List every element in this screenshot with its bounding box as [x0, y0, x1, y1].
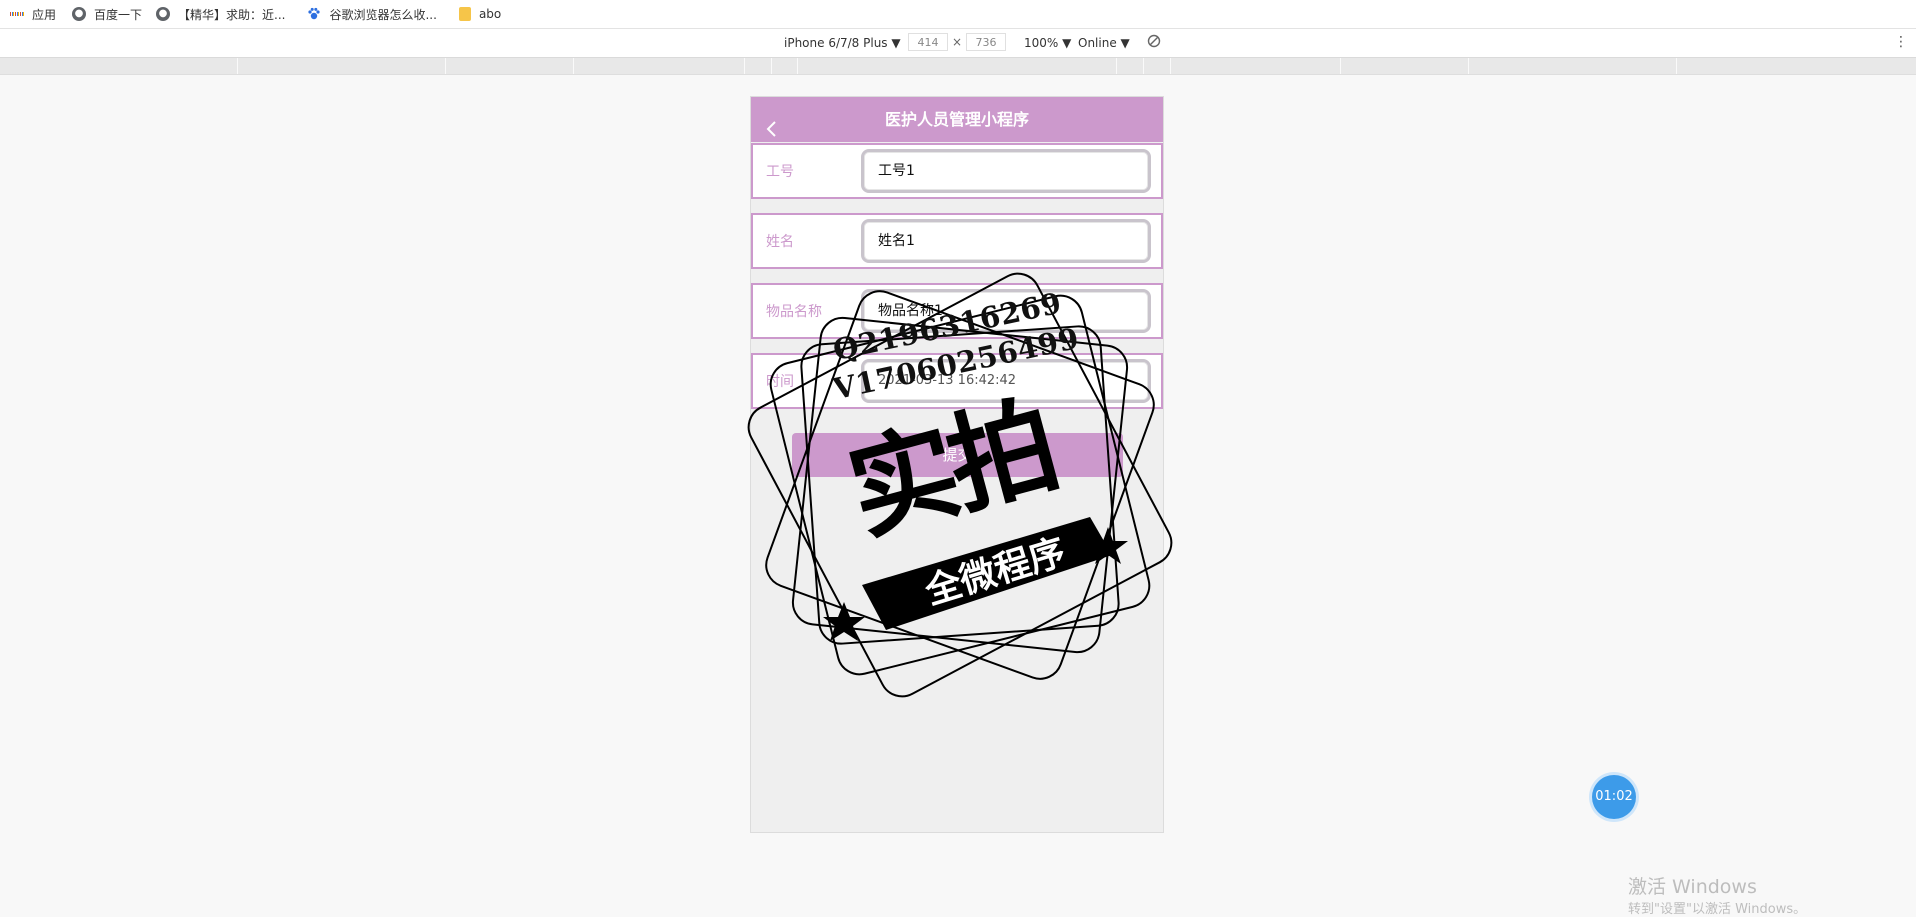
timer-bubble[interactable]: 01:02 [1592, 775, 1636, 819]
field-label: 时间 [766, 374, 794, 390]
network-throttle-select[interactable]: Online ▼ [1078, 36, 1130, 50]
form-row-id: 工号 工号1 [751, 143, 1163, 199]
bookmark-label: 谷歌浏览器怎么收... [329, 7, 437, 22]
bookmark-baidu[interactable]: ● 百度一下 [72, 6, 142, 23]
viewport-height-input[interactable]: 736 [966, 33, 1006, 51]
folder-icon [458, 7, 471, 21]
more-options-icon[interactable]: ⋮ [1894, 34, 1908, 50]
bookmark-label: abo [478, 7, 502, 21]
bookmark-apps[interactable]: 应用 [9, 6, 57, 23]
bookmark-label: 百度一下 [94, 7, 143, 22]
bookmark-help[interactable]: ● 【精华】求助：近... [156, 6, 285, 23]
windows-activation-hint: 转到"设置"以激活 Windows。 [1628, 902, 1807, 917]
dimension-separator: × [952, 35, 963, 49]
viewport-width-input[interactable]: 414 [908, 33, 948, 51]
back-arrow-icon[interactable] [763, 110, 781, 137]
bookmark-label: 应用 [32, 7, 57, 22]
paw-icon [307, 7, 321, 21]
field-label: 姓名 [766, 234, 794, 250]
bookmark-label: 【精华】求助：近... [178, 7, 286, 22]
bookmarks-bar: 应用 ● 百度一下 ● 【精华】求助：近... 谷歌浏览器怎么收... abo [0, 0, 1916, 29]
bookmark-chrome[interactable]: 谷歌浏览器怎么收... [307, 6, 437, 23]
rotate-icon[interactable] [1147, 34, 1161, 48]
globe-icon: ● [72, 7, 87, 21]
name-input[interactable]: 姓名1 [861, 219, 1151, 263]
zoom-select[interactable]: 100% ▼ [1024, 36, 1071, 50]
windows-activation-title: 激活 Windows [1628, 876, 1757, 898]
form-row-name: 姓名 姓名1 [751, 213, 1163, 269]
device-select[interactable]: iPhone 6/7/8 Plus ▼ [784, 36, 901, 50]
nav-bar: 医护人员管理小程序 [751, 97, 1163, 142]
id-input[interactable]: 工号1 [861, 149, 1151, 193]
field-label: 物品名称 [766, 304, 822, 320]
field-label: 工号 [766, 164, 794, 180]
media-query-ruler[interactable] [0, 58, 1916, 75]
apps-grid-icon [9, 7, 25, 21]
globe-icon: ● [156, 7, 171, 21]
page-title: 医护人员管理小程序 [884, 110, 1029, 129]
device-toolbar: iPhone 6/7/8 Plus ▼ 414 × 736 100% ▼ Onl… [0, 29, 1916, 58]
bookmark-abo[interactable]: abo [458, 7, 502, 21]
